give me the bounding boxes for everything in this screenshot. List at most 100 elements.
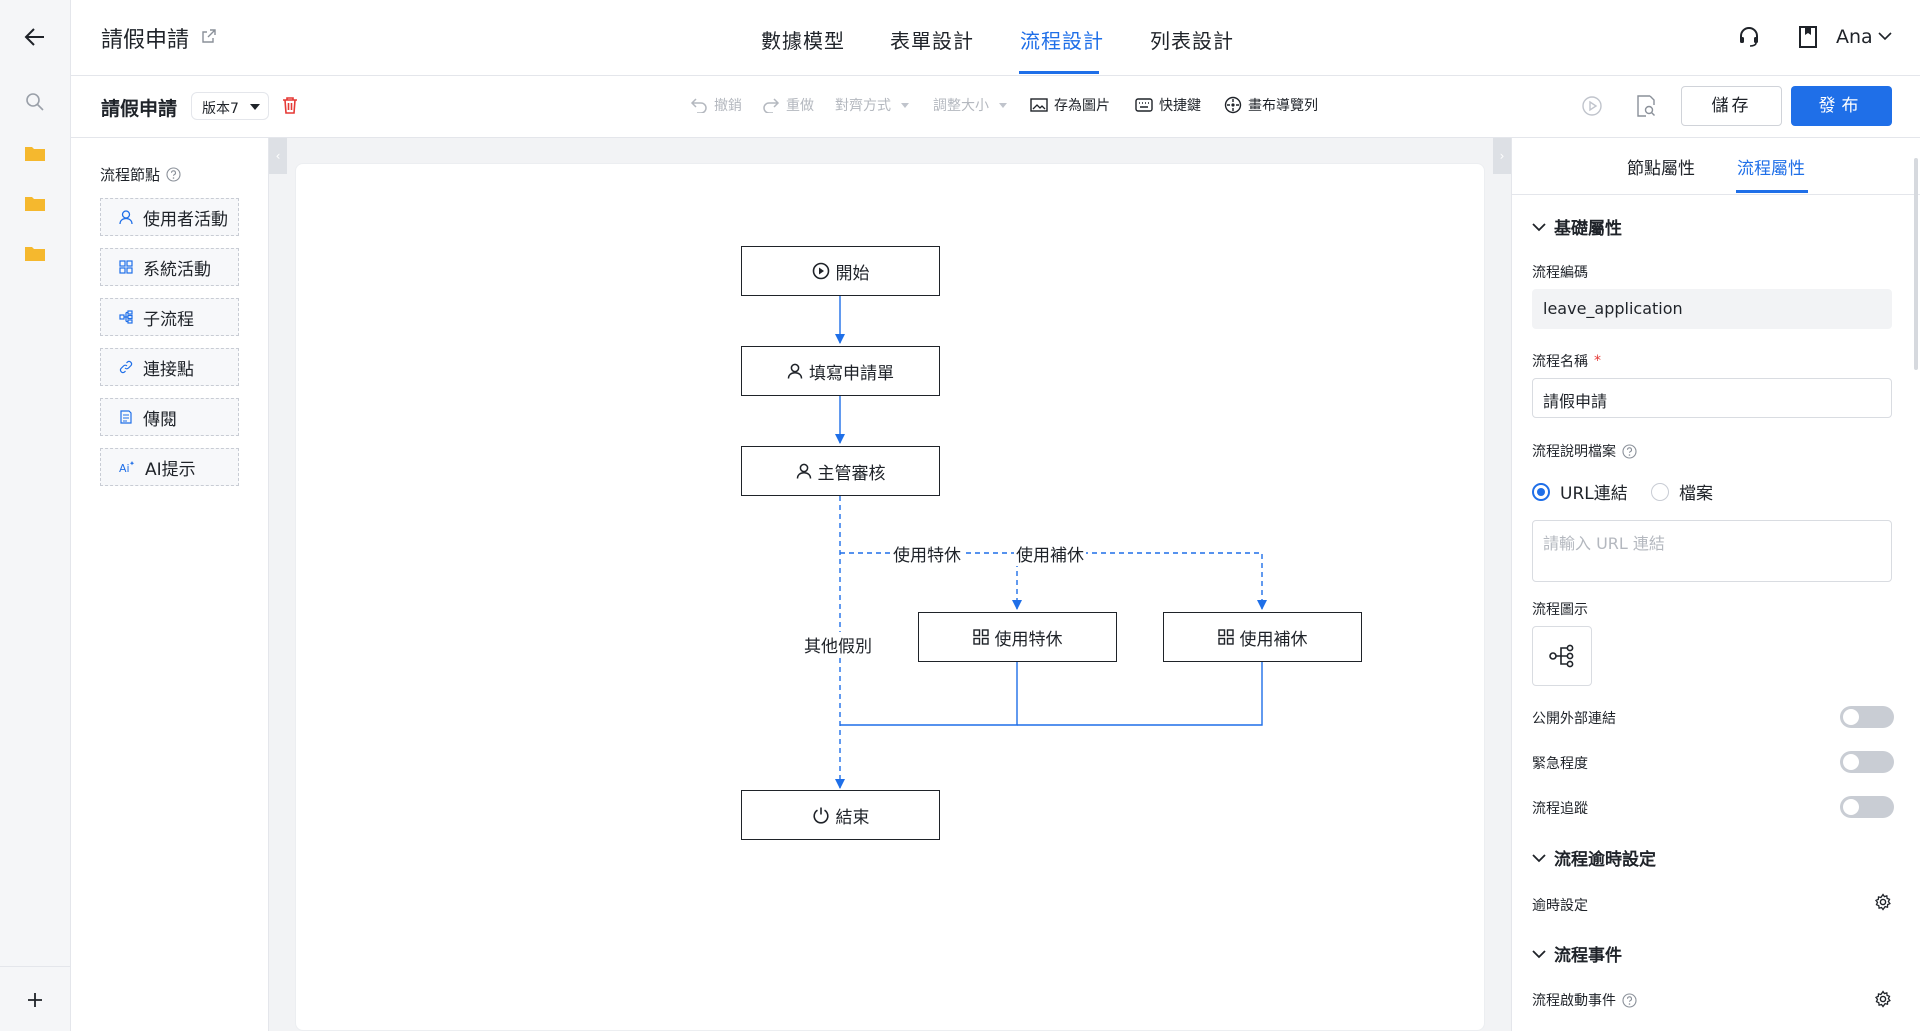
code-label: 流程編碼 — [1532, 265, 1588, 281]
user-icon — [787, 363, 803, 379]
chevron-down-icon — [1532, 853, 1546, 862]
image-icon — [1030, 98, 1048, 112]
url-input[interactable]: 請輸入 URL 連結 — [1532, 520, 1892, 582]
divider — [1512, 194, 1920, 195]
headset-icon[interactable] — [1737, 25, 1761, 49]
name-field[interactable]: 請假申請 — [1532, 378, 1892, 418]
preview-icon[interactable] — [1636, 95, 1656, 117]
chevron-down-icon — [1532, 222, 1546, 231]
add-icon[interactable] — [22, 987, 48, 1013]
palette-title: 流程節點 — [100, 164, 181, 185]
palette-item-system-activity[interactable]: 系統活動 — [100, 248, 239, 286]
svg-text:Ai: Ai — [119, 462, 130, 474]
gear-icon[interactable] — [1874, 893, 1892, 911]
redo-label: 重做 — [786, 98, 814, 114]
tab-node-properties[interactable]: 節點屬性 — [1627, 154, 1695, 179]
name-label: 流程名稱 * — [1532, 351, 1601, 371]
resize-label: 調整大小 — [933, 98, 989, 114]
radio-url[interactable]: URL連結 — [1532, 479, 1628, 504]
folder-icon[interactable] — [22, 240, 48, 266]
node-end-label: 結束 — [835, 807, 870, 828]
tab-data-model[interactable]: 數據模型 — [761, 25, 845, 54]
urgency-toggle[interactable] — [1840, 751, 1894, 773]
publish-button[interactable]: 發布 — [1791, 86, 1892, 126]
folder-icon[interactable] — [22, 190, 48, 216]
edge-label-other[interactable]: 其他假別 — [802, 632, 874, 657]
search-icon[interactable] — [22, 89, 48, 115]
help-icon[interactable] — [1622, 992, 1637, 1008]
radio-button[interactable] — [1651, 482, 1669, 501]
grid-icon — [972, 629, 989, 645]
node-comp-leave[interactable]: 使用補休 — [1163, 612, 1362, 662]
version-select[interactable]: 版本7 — [191, 92, 269, 120]
link-icon — [119, 360, 133, 374]
section-events[interactable]: 流程事件 — [1532, 941, 1622, 966]
undo-button[interactable]: 撤銷 — [690, 95, 742, 115]
tracking-toggle[interactable] — [1840, 796, 1894, 818]
palette-item-label: 系統活動 — [143, 259, 211, 280]
flow-icon-picker[interactable] — [1532, 626, 1592, 686]
align-dropdown[interactable]: 對齊方式 — [835, 95, 909, 115]
collapse-right-icon[interactable]: › — [1493, 138, 1511, 174]
scrollbar[interactable] — [1914, 158, 1918, 370]
tab-flow-design[interactable]: 流程設計 — [1020, 25, 1104, 54]
active-tab-indicator — [1736, 190, 1808, 193]
timeout-setting-label: 逾時設定 — [1532, 898, 1588, 914]
minimap-label: 畫布導覽列 — [1248, 98, 1318, 114]
save-image-button[interactable]: 存為圖片 — [1030, 95, 1110, 115]
folder-icon[interactable] — [22, 140, 48, 166]
redo-button[interactable]: 重做 — [762, 95, 814, 115]
save-image-label: 存為圖片 — [1054, 98, 1110, 114]
user-menu[interactable]: Ana — [1836, 26, 1873, 48]
grid-icon — [119, 260, 133, 274]
palette-title-text: 流程節點 — [100, 166, 161, 184]
undo-label: 撤銷 — [714, 98, 742, 114]
section-events-title: 流程事件 — [1554, 946, 1622, 966]
keyboard-icon — [1135, 98, 1153, 112]
node-manager-review[interactable]: 主管審核 — [741, 446, 940, 496]
minimap-button[interactable]: 畫布導覽列 — [1224, 95, 1318, 115]
tracking-label: 流程追蹤 — [1532, 801, 1588, 817]
book-icon[interactable] — [1798, 25, 1818, 49]
section-basic[interactable]: 基礎屬性 — [1532, 214, 1622, 239]
palette-item-ai-prompt[interactable]: Ai AI提示 — [100, 448, 239, 486]
public-link-toggle[interactable] — [1840, 706, 1894, 728]
run-icon[interactable] — [1581, 95, 1603, 117]
chevron-down-icon[interactable] — [1878, 31, 1892, 41]
palette-item-circulate[interactable]: 傳閱 — [100, 398, 239, 436]
tab-list-design[interactable]: 列表設計 — [1150, 25, 1234, 54]
external-link-icon[interactable] — [201, 28, 217, 44]
shortcuts-button[interactable]: 快捷鍵 — [1135, 95, 1201, 115]
radio-button-checked[interactable] — [1532, 482, 1550, 501]
palette-item-subflow[interactable]: 子流程 — [100, 298, 239, 336]
palette-item-connector[interactable]: 連接點 — [100, 348, 239, 386]
radio-file-label: 檔案 — [1679, 484, 1713, 504]
collapse-left-icon[interactable]: ‹ — [269, 138, 287, 174]
document-icon — [120, 410, 132, 424]
save-button[interactable]: 儲存 — [1681, 86, 1782, 126]
section-timeout-title: 流程逾時設定 — [1554, 850, 1656, 870]
node-special-leave-label: 使用特休 — [994, 629, 1063, 650]
help-icon[interactable] — [166, 167, 181, 182]
node-fill-form[interactable]: 填寫申請單 — [741, 346, 940, 396]
doc-label-text: 流程說明檔案 — [1532, 444, 1616, 460]
node-special-leave[interactable]: 使用特休 — [918, 612, 1117, 662]
tab-flow-properties[interactable]: 流程屬性 — [1737, 154, 1805, 179]
version-label: 版本7 — [202, 101, 239, 117]
redo-icon — [763, 98, 780, 113]
node-start[interactable]: 開始 — [741, 246, 940, 296]
undo-icon — [690, 98, 707, 113]
back-arrow-icon[interactable] — [22, 24, 48, 50]
edge-label-comp-leave[interactable]: 使用補休 — [1014, 541, 1086, 566]
palette-item-user-activity[interactable]: 使用者活動 — [100, 198, 239, 236]
gear-icon[interactable] — [1874, 990, 1892, 1008]
trash-icon[interactable] — [282, 96, 298, 114]
resize-dropdown[interactable]: 調整大小 — [933, 95, 1007, 115]
tab-form-design[interactable]: 表單設計 — [890, 25, 974, 54]
radio-file[interactable]: 檔案 — [1651, 479, 1713, 504]
edge-label-special-leave[interactable]: 使用特休 — [891, 541, 963, 566]
node-comp-leave-label: 使用補休 — [1239, 629, 1308, 650]
node-end[interactable]: 結束 — [741, 790, 940, 840]
help-icon[interactable] — [1622, 443, 1637, 459]
section-timeout[interactable]: 流程逾時設定 — [1532, 845, 1656, 870]
